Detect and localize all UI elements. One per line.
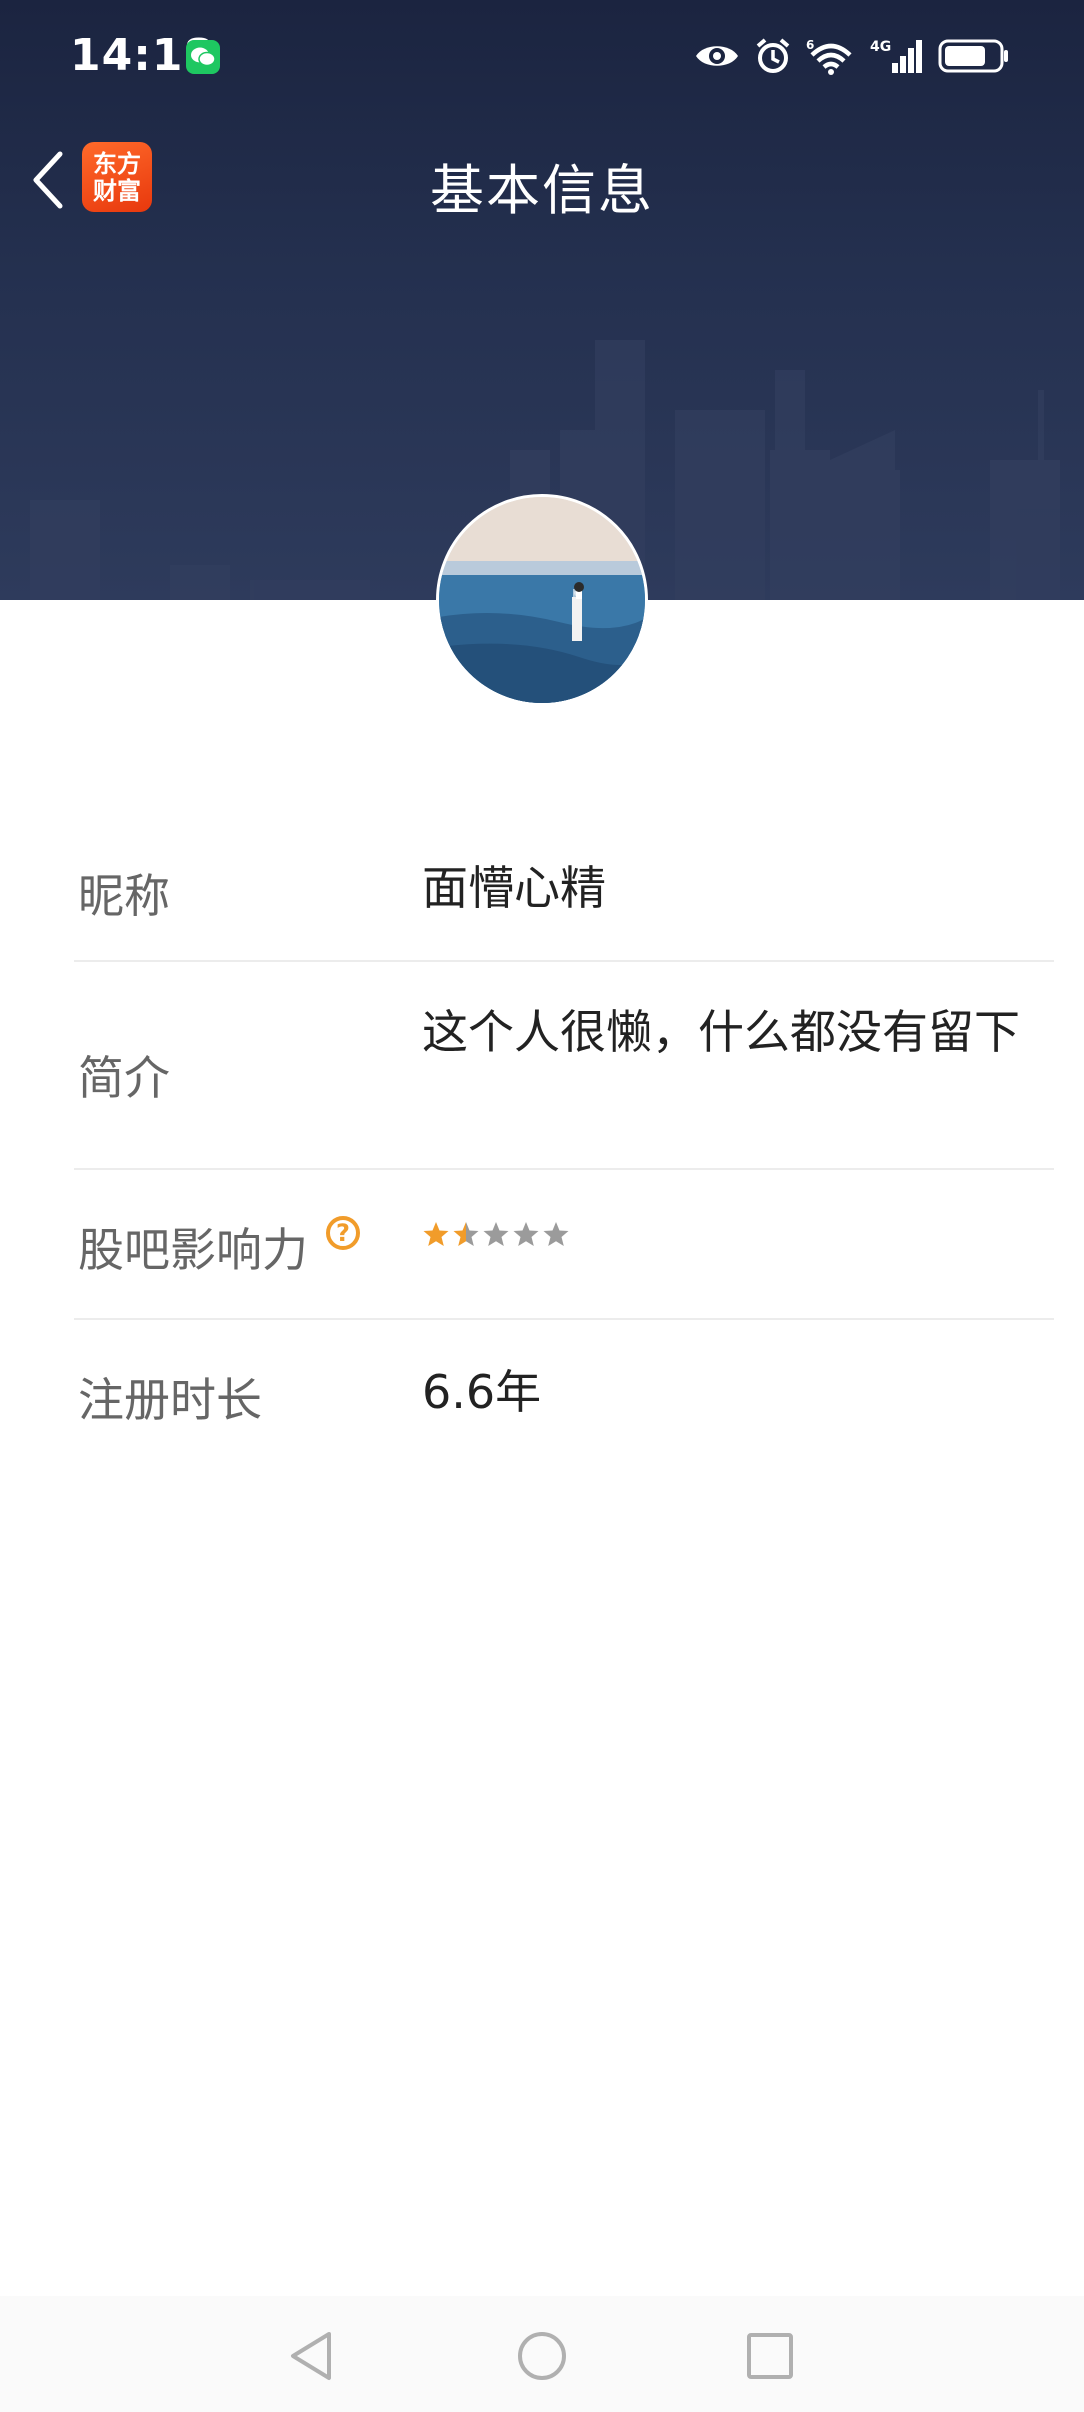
back-triangle-icon xyxy=(291,2332,331,2380)
avatar[interactable] xyxy=(436,494,648,706)
nickname-row: 昵称 面懵心精 xyxy=(74,800,1054,962)
register-label: 注册时长 xyxy=(78,1373,262,1427)
eye-icon xyxy=(696,46,738,66)
wechat-icon xyxy=(186,40,220,74)
star-icon xyxy=(453,1222,479,1246)
register-value: 6.6年 xyxy=(422,1365,542,1419)
wifi-badge: 6 xyxy=(806,38,814,52)
star-icon xyxy=(483,1222,509,1246)
home-circle-icon xyxy=(518,2332,566,2380)
alarm-icon xyxy=(756,38,790,73)
info-list: 昵称 面懵心精 简介 这个人很懒，什么都没有留下 股吧影响力 ? 注册时长 6.… xyxy=(74,800,1054,1470)
bio-value: 这个人很懒，什么都没有留下 xyxy=(422,1005,1020,1059)
wifi-icon: 6 xyxy=(806,38,852,75)
avatar-photo xyxy=(439,497,645,703)
register-row: 注册时长 6.6年 xyxy=(74,1320,1054,1470)
nickname-label: 昵称 xyxy=(78,869,170,923)
system-back-button[interactable] xyxy=(280,2326,340,2386)
status-icons: 6 4G xyxy=(694,34,1010,78)
recents-square-icon xyxy=(747,2333,793,2379)
page-title: 基本信息 xyxy=(430,159,654,222)
star-icon xyxy=(423,1222,449,1246)
system-recents-button[interactable] xyxy=(740,2326,800,2386)
influence-label: 股吧影响力 xyxy=(78,1223,308,1277)
bio-row: 简介 这个人很懒，什么都没有留下 xyxy=(74,962,1054,1170)
nav-bar: 东方 财富 基本信息 xyxy=(0,120,1084,240)
system-nav-bar xyxy=(0,2296,1084,2412)
influence-stars xyxy=(422,1220,570,1248)
status-bar: 14:18 6 4G xyxy=(0,0,1084,112)
bio-label: 简介 xyxy=(78,1051,170,1105)
influence-row: 股吧影响力 ? xyxy=(74,1170,1054,1320)
nickname-value: 面懵心精 xyxy=(422,861,606,915)
network-label: 4G xyxy=(870,39,891,55)
system-home-button[interactable] xyxy=(512,2326,572,2386)
signal-4g-icon: 4G xyxy=(870,39,922,73)
help-icon[interactable]: ? xyxy=(326,1216,360,1250)
star-icon xyxy=(543,1222,569,1246)
star-icon xyxy=(513,1222,539,1246)
battery-icon xyxy=(938,39,1008,73)
